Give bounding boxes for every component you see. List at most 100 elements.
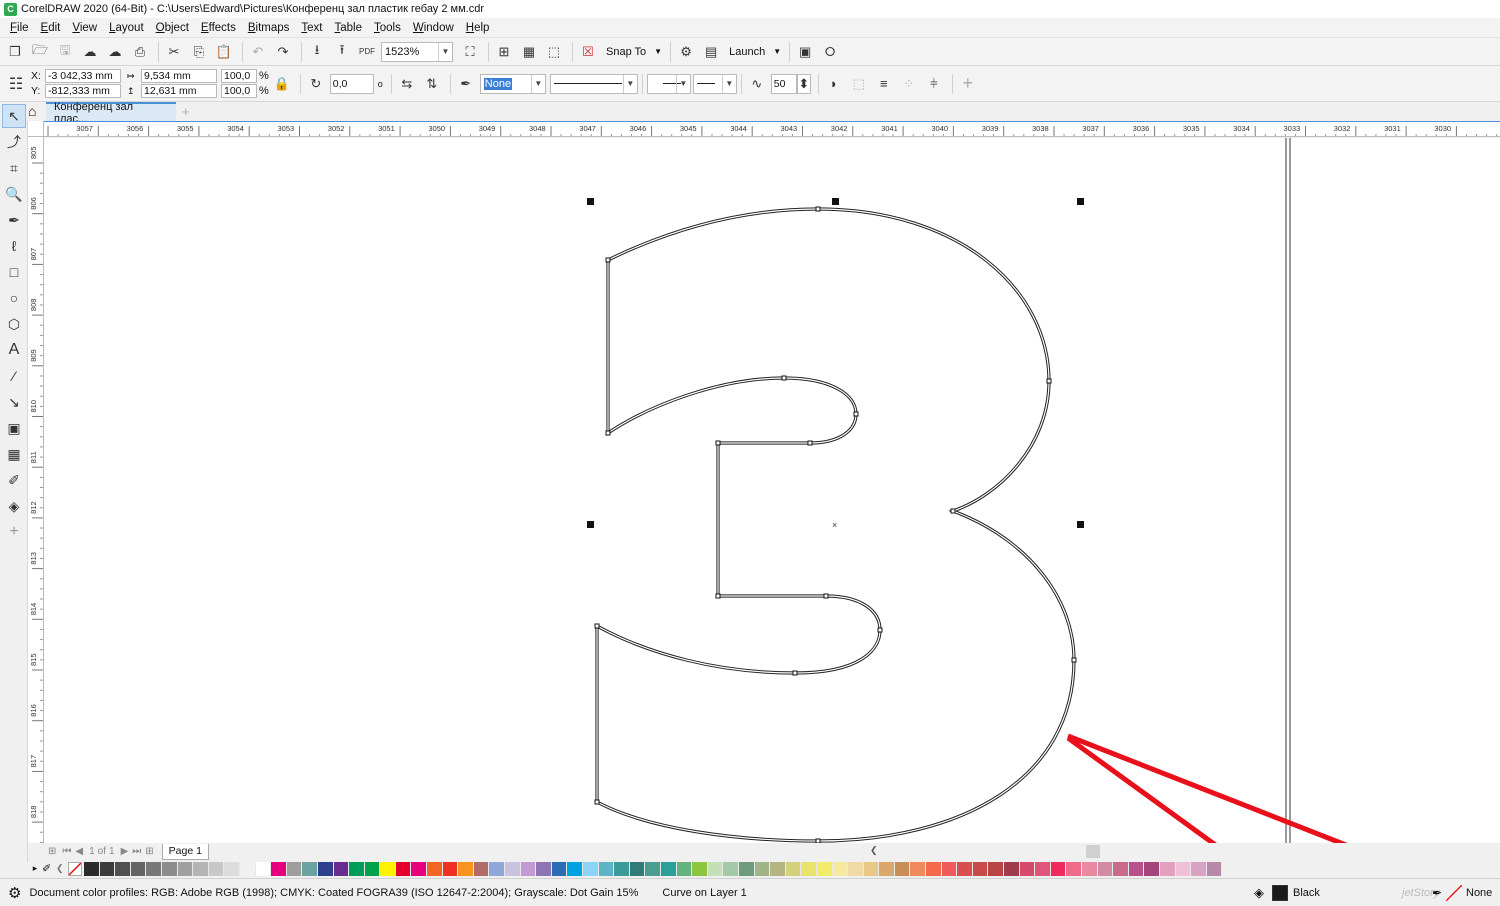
palette-swatch[interactable] [598, 861, 615, 876]
menu-layout[interactable]: Layout [103, 22, 150, 34]
palette-swatch[interactable] [1066, 861, 1082, 876]
object-height-field[interactable]: 12,631 mm [141, 84, 217, 98]
palette-swatch[interactable] [1191, 861, 1207, 876]
previous-page-icon[interactable]: ◀ [75, 846, 83, 857]
import-icon[interactable]: ⭳ [306, 41, 328, 63]
wrap-text-icon[interactable]: ≡ [873, 73, 895, 95]
add-tool-icon[interactable]: + [2, 520, 26, 544]
palette-swatch[interactable] [286, 861, 303, 876]
nodes-icon[interactable]: ⁘ [898, 73, 920, 95]
home-icon[interactable]: ⌂ [28, 103, 36, 119]
palette-swatch[interactable] [972, 861, 989, 876]
transparency-tool-icon[interactable]: ▦ [2, 442, 26, 466]
palette-swatch[interactable] [1082, 861, 1098, 876]
close-curve-icon[interactable]: ◗ [823, 73, 845, 95]
palette-swatch[interactable] [364, 861, 381, 876]
rectangle-tool-icon[interactable]: □ [2, 260, 26, 284]
extract-subpath-icon[interactable]: ⬚ [848, 73, 870, 95]
document-tab[interactable]: Конференц зал плас... [46, 101, 176, 125]
chevron-down-icon[interactable]: ▼ [654, 47, 662, 56]
palette-swatch[interactable] [754, 861, 771, 876]
vertical-ruler[interactable]: 805 806 807 808 809 810 811 812 813 814 815 816 817 8… [28, 137, 44, 843]
get-more-icon[interactable]: ⭘ [819, 41, 841, 63]
snap-off-icon[interactable]: ☒ [577, 41, 599, 63]
save-icon[interactable]: 🖫 [54, 41, 76, 63]
palette-swatch[interactable] [1159, 861, 1176, 876]
palette-swatch[interactable] [863, 861, 880, 876]
add-icon[interactable]: + [957, 73, 979, 95]
palette-swatch[interactable] [505, 861, 521, 876]
palette-swatch[interactable] [349, 861, 365, 876]
ruler-corner[interactable] [28, 121, 44, 137]
palette-swatch[interactable] [801, 861, 817, 876]
palette-swatch[interactable] [1019, 861, 1036, 876]
palette-swatch[interactable] [1175, 861, 1192, 876]
palette-swatch[interactable] [770, 861, 786, 876]
palette-swatch[interactable] [473, 861, 490, 876]
launch-dropdown[interactable]: Launch [729, 46, 765, 58]
menu-tools[interactable]: Tools [368, 22, 407, 34]
pick-tool-icon[interactable]: ↖ [2, 104, 26, 128]
menu-edit[interactable]: Edit [35, 22, 67, 34]
palette-swatch[interactable] [894, 861, 911, 876]
crop-tool-icon[interactable]: ⌗ [2, 156, 26, 180]
palette-swatch[interactable] [130, 861, 147, 876]
palette-swatch[interactable] [427, 861, 443, 876]
eyedropper-icon[interactable]: ✐ [2, 468, 26, 492]
palette-swatch[interactable] [161, 861, 178, 876]
palette-swatch[interactable] [442, 861, 459, 876]
options-gear-icon[interactable]: ⚙ [675, 41, 697, 63]
palette-swatch[interactable] [629, 861, 646, 876]
palette-swatch[interactable] [816, 861, 833, 876]
fill-color-swatch[interactable] [1272, 885, 1288, 901]
next-page-icon[interactable]: ▶ [121, 846, 129, 857]
palette-swatch[interactable] [1097, 861, 1114, 876]
add-page-after-icon[interactable]: ⊞ [145, 846, 153, 857]
palette-swatch[interactable] [567, 861, 583, 876]
palette-swatch[interactable] [177, 861, 194, 876]
outline-width-dropdown[interactable]: None ▼ [479, 73, 546, 94]
palette-swatch[interactable] [239, 861, 256, 876]
paste-icon[interactable]: 📋 [213, 41, 235, 63]
palette-swatch[interactable] [193, 861, 209, 876]
cut-icon[interactable]: ✂ [163, 41, 185, 63]
palette-swatch[interactable] [848, 861, 864, 876]
eyedropper-palette-icon[interactable]: ✐ [42, 862, 56, 875]
no-color-swatch[interactable] [68, 861, 82, 876]
zoom-tool-icon[interactable]: 🔍 [2, 182, 26, 206]
copy-icon[interactable]: ⎘ [188, 41, 210, 63]
horizontal-scrollbar[interactable]: ❮ [870, 843, 1500, 860]
palette-scroll-left-icon[interactable]: ▸ [28, 863, 42, 874]
palette-swatch[interactable] [988, 861, 1005, 876]
menu-text[interactable]: Text [295, 22, 328, 34]
y-position-field[interactable]: -812,333 mm [45, 84, 121, 98]
palette-swatch[interactable] [380, 861, 396, 876]
line-style-dropdown[interactable]: ▼ [549, 73, 638, 94]
print-icon[interactable]: ⎙ [129, 41, 151, 63]
page-tab[interactable]: Page 1 [161, 843, 209, 860]
object-origin-icon[interactable]: ☷ [4, 72, 28, 96]
menu-view[interactable]: View [66, 22, 103, 34]
menu-window[interactable]: Window [407, 22, 460, 34]
end-arrowhead-dropdown[interactable]: ▼ [692, 73, 737, 94]
outline-none-swatch[interactable] [1445, 884, 1463, 902]
menu-object[interactable]: Object [150, 22, 195, 34]
menu-effects[interactable]: Effects [195, 22, 242, 34]
palette-swatch[interactable] [1035, 861, 1051, 876]
palette-swatch[interactable] [941, 861, 958, 876]
palette-swatch[interactable] [614, 861, 630, 876]
palette-swatch[interactable] [317, 861, 334, 876]
new-tab-icon[interactable]: + [182, 104, 190, 119]
launch-app-icon[interactable]: ▤ [700, 41, 722, 63]
menu-help[interactable]: Help [460, 22, 496, 34]
cloud-download-icon[interactable]: ☁ [104, 41, 126, 63]
chevron-down-icon[interactable]: ▼ [773, 47, 781, 56]
interactive-fill-icon[interactable]: ◈ [2, 494, 26, 518]
palette-swatch[interactable] [1050, 861, 1067, 876]
menu-table[interactable]: Table [329, 22, 369, 34]
drawing-canvas[interactable]: × [44, 138, 1500, 843]
last-page-icon[interactable]: ⏭ [132, 846, 141, 857]
freehand-tool-icon[interactable]: ✒ [2, 208, 26, 232]
palette-swatch[interactable] [738, 861, 755, 876]
palette-swatch[interactable] [489, 861, 506, 876]
